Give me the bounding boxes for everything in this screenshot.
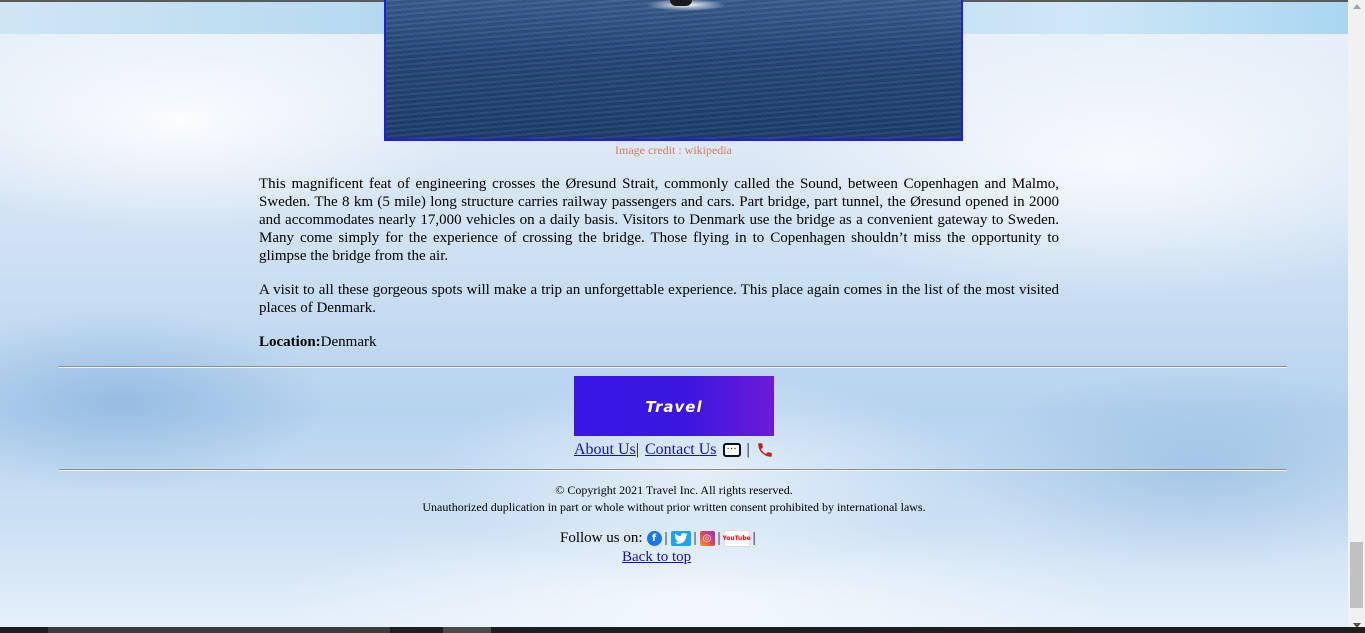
- disclaimer-text: Unauthorized duplication in part or whol…: [422, 500, 926, 514]
- logo-text: Travel: [645, 398, 703, 416]
- facebook-icon[interactable]: f: [646, 531, 662, 546]
- location-label: Location:: [259, 334, 321, 350]
- copyright-text: © Copyright 2021 Travel Inc. All rights …: [555, 483, 793, 497]
- youtube-text: YouTube: [722, 535, 751, 542]
- article-paragraph: This magnificent feat of engineering cro…: [259, 176, 1059, 264]
- follow-us: Follow us on: f | | ◎ | YouTube |: [560, 530, 757, 547]
- scrollbar-thumb[interactable]: [1350, 542, 1363, 608]
- separator: |: [635, 441, 639, 458]
- back-to-top-link[interactable]: Back to top: [622, 549, 691, 566]
- footer-divider-top: [59, 366, 1287, 368]
- footer-divider-bottom: [59, 469, 1287, 471]
- scroll-up-arrow-icon[interactable]: [1353, 4, 1361, 9]
- separator: |: [717, 530, 721, 546]
- image-credit: Image credit : wikipedia: [615, 143, 732, 157]
- separator: |: [693, 530, 697, 546]
- bridge-photo: [384, 0, 963, 141]
- boat-in-photo: [670, 0, 692, 6]
- contact-us-link[interactable]: Contact Us: [645, 441, 717, 459]
- footer-nav: About Us | Contact Us ··· |: [574, 441, 774, 459]
- taskbar-item[interactable]: [443, 627, 491, 633]
- youtube-icon[interactable]: YouTube: [722, 530, 751, 547]
- instagram-icon[interactable]: ◎: [699, 531, 715, 546]
- about-us-link[interactable]: About Us: [574, 441, 636, 459]
- separator: |: [752, 530, 756, 546]
- taskbar-item[interactable]: [48, 627, 390, 633]
- follow-label: Follow us on:: [560, 530, 643, 546]
- travel-logo[interactable]: Travel: [574, 376, 774, 436]
- location-line: Location:Denmark: [259, 333, 1059, 351]
- copyright-block: © Copyright 2021 Travel Inc. All rights …: [0, 482, 1348, 516]
- phone-icon[interactable]: [756, 441, 774, 459]
- article-paragraph: A visit to all these gorgeous spots will…: [259, 282, 1059, 316]
- twitter-icon[interactable]: [670, 531, 691, 546]
- separator: |: [746, 441, 750, 458]
- separator: |: [664, 530, 668, 546]
- chat-icon[interactable]: ···: [722, 443, 741, 457]
- article-body: This magnificent feat of engineering cro…: [259, 175, 1059, 367]
- vertical-scrollbar[interactable]: [1348, 0, 1365, 633]
- location-value: Denmark: [320, 334, 377, 350]
